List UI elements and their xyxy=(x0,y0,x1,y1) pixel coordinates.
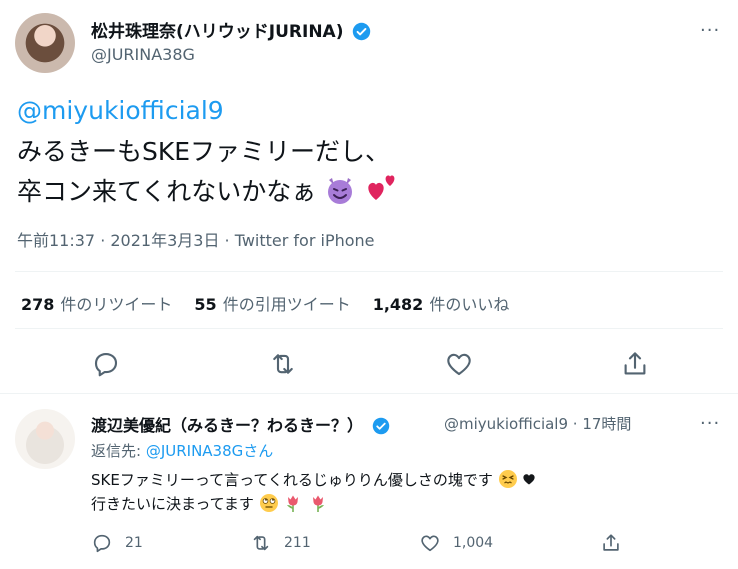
reply-text: SKEファミリーって言ってくれるじゅりりん優しさの塊です 行きたいに決まってます xyxy=(91,468,536,516)
divider xyxy=(0,393,738,394)
quote-count-num: 55 xyxy=(194,295,217,314)
reply-author-avatar[interactable] xyxy=(15,409,75,469)
reply-to: 返信先: @JURINA38Gさん xyxy=(91,440,273,461)
reply-to-link[interactable]: @JURINA38Gさん xyxy=(146,442,273,460)
reply-to-prefix: 返信先: xyxy=(91,442,146,460)
smiling-devil-emoji-icon xyxy=(328,178,353,204)
tweet-meta[interactable]: 午前11:37 · 2021年3月3日 · Twitter for iPhone xyxy=(17,227,375,251)
retweet-icon[interactable] xyxy=(268,349,298,379)
retweet-icon[interactable] xyxy=(250,532,272,554)
like-count-num: 1,482 xyxy=(372,295,424,314)
retweet-count[interactable]: 278 件のリツイート xyxy=(21,291,172,315)
like-icon[interactable] xyxy=(419,532,441,554)
persevering-face-emoji-icon xyxy=(498,470,517,488)
like-icon[interactable] xyxy=(444,349,474,379)
mention-link[interactable]: @miyukiofficial9 xyxy=(17,96,224,125)
reply-icon[interactable] xyxy=(91,349,121,379)
reply-author-name[interactable]: 渡辺美優紀（みるきー？わるきー？） xyxy=(91,412,390,436)
black-heart-icon xyxy=(523,474,536,485)
tweet-stats: 278 件のリツイート 55 件の引用ツイート 1,482 件のいいね xyxy=(21,291,531,315)
divider xyxy=(15,271,723,272)
tweet-text-line2: 卒コン来てくれないかなぁ xyxy=(17,170,400,210)
reply-action-like[interactable]: 1,004 xyxy=(419,532,493,554)
author-name[interactable]: 松井珠理奈(ハリウッドJURINA) xyxy=(91,17,371,42)
quote-count-label: 件の引用ツイート xyxy=(222,295,351,314)
tweet-text: みるきーもSKEファミリーだし、 卒コン来てくれないかなぁ xyxy=(17,134,400,210)
share-icon[interactable] xyxy=(600,532,622,554)
author-name-text[interactable]: 松井珠理奈(ハリウッドJURINA) xyxy=(91,22,343,42)
divider xyxy=(15,328,723,329)
retweet-count-label: 件のリツイート xyxy=(60,295,173,314)
tulip-emoji-icon xyxy=(313,495,325,512)
more-icon[interactable]: ··· xyxy=(700,20,720,41)
like-count[interactable]: 1,482 件のいいね xyxy=(373,291,510,315)
verified-icon xyxy=(353,22,371,41)
reply-text-line1: SKEファミリーって言ってくれるじゅりりん優しさの塊です xyxy=(91,468,536,492)
reply-action-share[interactable] xyxy=(600,532,622,554)
retweet-count-reply: 211 xyxy=(284,535,311,551)
more-icon[interactable]: ··· xyxy=(700,413,720,434)
reply-action-retweet[interactable]: 211 xyxy=(250,532,311,554)
tweet-text-line2-text: 卒コン来てくれないかなぁ xyxy=(17,177,317,206)
share-icon[interactable] xyxy=(620,349,650,379)
tulip-emoji-icon xyxy=(287,495,299,512)
author-avatar[interactable] xyxy=(15,13,75,73)
author-handle[interactable]: @JURINA38G xyxy=(91,45,195,64)
reply-text-line2-text: 行きたいに決まってます xyxy=(91,495,254,513)
tweet-text-line1: みるきーもSKEファミリーだし、 xyxy=(17,137,391,166)
reply-icon[interactable] xyxy=(91,532,113,554)
reply-author-handle[interactable]: @miyukiofficial9 · 17時間 xyxy=(444,413,631,434)
reply-text-line1-text: SKEファミリーって言ってくれるじゅりりん優しさの塊です xyxy=(91,471,493,489)
quote-count[interactable]: 55 件の引用ツイート xyxy=(194,291,350,315)
verified-icon xyxy=(372,417,389,435)
two-hearts-emoji-icon xyxy=(368,175,395,200)
reply-author-name-text[interactable]: 渡辺美優紀（みるきー？わるきー？） xyxy=(91,416,363,435)
face-with-rolling-eyes-emoji-icon xyxy=(259,494,278,512)
like-count-label: 件のいいね xyxy=(429,295,510,314)
reply-text-line2: 行きたいに決まってます xyxy=(91,492,536,516)
reply-count: 21 xyxy=(125,535,143,551)
like-count-reply: 1,004 xyxy=(453,535,494,551)
retweet-count-num: 278 xyxy=(21,295,55,314)
reply-action-reply[interactable]: 21 xyxy=(91,532,143,554)
